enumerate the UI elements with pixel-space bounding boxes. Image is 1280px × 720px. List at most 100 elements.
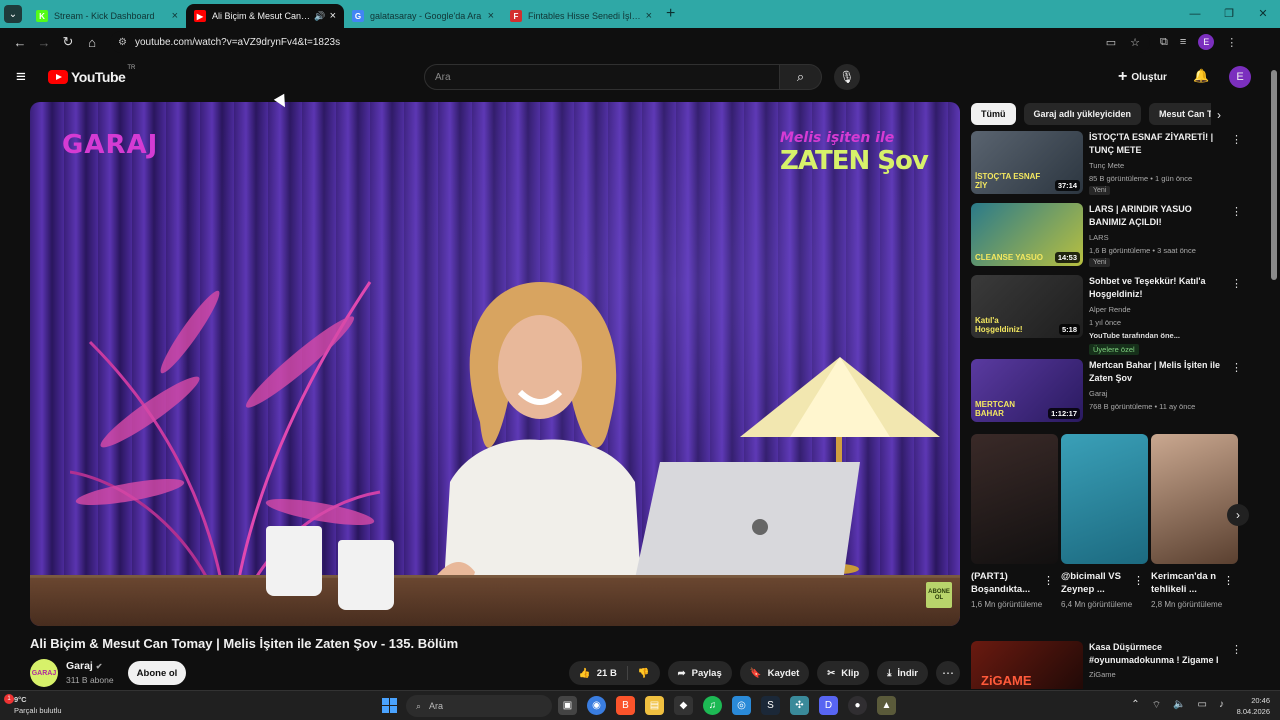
tab-audio-icon[interactable]: 🔊 xyxy=(314,11,325,22)
media-controls-icon[interactable]: ≡ xyxy=(1180,36,1186,48)
dislike-button[interactable]: 👎 xyxy=(628,661,660,685)
chevron-right-icon[interactable]: › xyxy=(1217,108,1221,122)
weather-widget[interactable]: 9°C Parçalı bulutlu xyxy=(14,694,62,716)
wifi-icon[interactable]: ⌔ xyxy=(1152,699,1161,712)
new-tab-button[interactable]: + xyxy=(666,5,675,23)
extensions-icon[interactable]: ⧉ xyxy=(1160,36,1168,49)
more-options-icon[interactable]: ⋮ xyxy=(1231,133,1242,146)
short-item[interactable]: (PART1) Boşandıkta... 1,6 Mn görüntüleme ⋮ xyxy=(971,434,1058,611)
tab-close-icon[interactable]: × xyxy=(646,10,652,22)
browser-tab[interactable]: F Fintables Hisse Senedi İşlem Ek... × xyxy=(502,4,660,28)
steam-icon[interactable]: S xyxy=(761,696,780,715)
volume-icon[interactable]: 🔈 xyxy=(1173,699,1185,712)
tab-close-icon[interactable]: × xyxy=(488,10,494,22)
cast-icon[interactable]: ▭ xyxy=(1106,36,1116,49)
task-view-icon[interactable]: ▣ xyxy=(558,696,577,715)
channel-name[interactable]: Garaj ✔ xyxy=(66,660,102,672)
browser-menu-icon[interactable]: ⋮ xyxy=(1226,36,1237,49)
minimize-icon[interactable]: — xyxy=(1178,0,1212,28)
spotify-icon[interactable]: ♫ xyxy=(703,696,722,715)
tab-close-icon[interactable]: × xyxy=(330,10,336,22)
download-button[interactable]: ⤓ İndir xyxy=(877,661,928,685)
subscribe-watermark-badge[interactable]: ABONE OL xyxy=(926,582,952,608)
browser-tab[interactable]: Ggalatasaray - Google'da Ara × xyxy=(344,4,502,28)
recommendation-item[interactable]: CLEANSE YASUO 14:53 LARS | ARINDIR YASUO B… xyxy=(971,203,1251,269)
system-tray: ⌃ ⌔ 🔈 ▭ ♪ xyxy=(1131,699,1224,712)
more-options-icon[interactable]: ⋮ xyxy=(1231,361,1242,374)
more-options-icon[interactable]: ⋮ xyxy=(1231,277,1242,290)
voice-search-button[interactable]: 🎙 xyxy=(834,64,860,90)
shorts-next-icon[interactable]: › xyxy=(1227,504,1249,526)
more-options-icon[interactable]: ⋮ xyxy=(1223,574,1234,587)
chrome-icon[interactable]: ◉ xyxy=(587,696,606,715)
search-input[interactable]: Ara xyxy=(424,64,781,90)
app-misc-icon[interactable]: ▲ xyxy=(877,696,896,715)
bookmark-star-icon[interactable]: ☆ xyxy=(1130,36,1140,49)
channel-watermark: GARAJ xyxy=(62,130,159,160)
filter-chip[interactable]: Mesut Can Tom xyxy=(1149,103,1211,125)
filter-chip[interactable]: Garaj adlı yükleyiciden xyxy=(1023,103,1142,125)
guide-menu-icon[interactable]: ≡ xyxy=(16,67,34,87)
search-button[interactable]: ⌕ xyxy=(780,64,822,90)
discord-icon[interactable]: D xyxy=(819,696,838,715)
brave-icon[interactable]: B xyxy=(616,696,635,715)
home-icon[interactable]: ⌂ xyxy=(80,35,104,50)
file-explorer-icon[interactable]: ▤ xyxy=(645,696,664,715)
recommendation-thumbnail: MERTCAN BAHAR 1:12:17 xyxy=(971,359,1083,422)
download-label: İndir xyxy=(897,667,918,679)
browser-tab[interactable]: K Stream - Kick Dashboard × xyxy=(28,4,186,28)
share-button[interactable]: ➦ Paylaş xyxy=(667,661,732,685)
os-taskbar: 9°C Parçalı bulutlu 1 ⌕ Ara ▣ ◉ B ▤ ◆ ♫ … xyxy=(0,690,1280,720)
windows-start-icon[interactable] xyxy=(382,698,397,713)
back-icon[interactable]: ← xyxy=(8,35,32,50)
tray-chevron-icon[interactable]: ⌃ xyxy=(1131,699,1139,712)
recommendation-title: LARS | ARINDIR YASUO BANIMIZ AÇILDI! xyxy=(1089,204,1192,227)
notifications-bell-icon[interactable]: 🔔 xyxy=(1193,68,1209,84)
country-code: TR xyxy=(127,65,136,71)
youtube-logo[interactable]: YouTube TR xyxy=(48,65,135,85)
maximize-icon[interactable]: ❐ xyxy=(1212,0,1246,28)
taskbar-search[interactable]: ⌕ Ara xyxy=(406,695,552,717)
recommendation-item[interactable]: ZiGAME Kasa Düşürmece #oyunumadokunma ! … xyxy=(971,641,1251,689)
new-badge: Yeni xyxy=(1089,186,1111,195)
tab-close-icon[interactable]: × xyxy=(172,10,178,22)
create-button[interactable]: + Oluştur xyxy=(1118,66,1167,88)
recommendation-item[interactable]: İSTOÇ'TA ESNAF ZİY 37:14 İSTOÇ'TA ESNAF Zİ… xyxy=(971,131,1251,197)
subscribe-button[interactable]: Abone ol xyxy=(128,661,186,685)
short-item[interactable]: Kerimcan'da n tehlikeli ... 2,8 Mn görünt… xyxy=(1151,434,1238,611)
close-window-icon[interactable]: ✕ xyxy=(1246,0,1280,28)
more-options-icon[interactable]: ⋮ xyxy=(1231,205,1242,218)
page-scrollbar[interactable] xyxy=(1270,60,1278,688)
reload-icon[interactable]: ↻ xyxy=(56,34,80,50)
more-options-icon[interactable]: ⋮ xyxy=(1133,574,1144,587)
account-avatar[interactable]: E xyxy=(1229,66,1251,88)
like-button[interactable]: 👍 21 B xyxy=(569,661,627,685)
browser-profile-avatar[interactable]: E xyxy=(1198,34,1215,50)
site-info-icon[interactable]: ⚙ xyxy=(118,37,127,48)
video-player[interactable]: GARAJ Melis işiten ile ZATEN Şov ABONE O… xyxy=(30,102,960,626)
recommendation-item[interactable]: MERTCAN BAHAR 1:12:17 Mertcan Bahar | Meli… xyxy=(971,359,1251,425)
forward-icon[interactable]: → xyxy=(32,35,56,50)
battery-icon[interactable]: ▭ xyxy=(1198,699,1207,712)
more-actions-icon[interactable]: ⋯ xyxy=(936,661,960,685)
clip-button[interactable]: ✂ Klip xyxy=(817,661,870,685)
short-item[interactable]: @bicimall VS Zeynep ... 6,4 Mn görüntülem… xyxy=(1061,434,1148,611)
filter-chip[interactable]: Tümü xyxy=(971,103,1016,125)
url-field[interactable]: ⚙ youtube.com/watch?v=aVZ9drynFv4&t=1823… xyxy=(110,31,1150,53)
more-options-icon[interactable]: ⋮ xyxy=(1043,574,1054,587)
more-options-icon[interactable]: ⋮ xyxy=(1231,643,1242,656)
app-cube-icon[interactable]: ◆ xyxy=(674,696,693,715)
channel-avatar[interactable]: GARAJ xyxy=(30,659,58,687)
browser-tab[interactable]: ▶ Ali Biçim & Mesut Can Tom... 🔊 × xyxy=(186,4,344,28)
mug-right xyxy=(338,540,394,610)
scrollbar-thumb[interactable] xyxy=(1271,70,1277,280)
save-button[interactable]: 🔖 Kaydet xyxy=(739,661,810,685)
photos-icon[interactable]: ◎ xyxy=(732,696,751,715)
table-surface xyxy=(30,574,960,626)
obs-icon[interactable]: ● xyxy=(848,696,867,715)
system-clock[interactable]: 20:46 8.04.2026 xyxy=(1237,695,1270,717)
tab-search-icon[interactable]: ⌄ xyxy=(4,5,22,23)
network-app-icon[interactable]: ✣ xyxy=(790,696,809,715)
sound-icon[interactable]: ♪ xyxy=(1219,699,1224,712)
recommendation-item[interactable]: Katıl'a Hoşgeldiniz! 5:18 Sohbet ve Teşekk… xyxy=(971,275,1251,355)
